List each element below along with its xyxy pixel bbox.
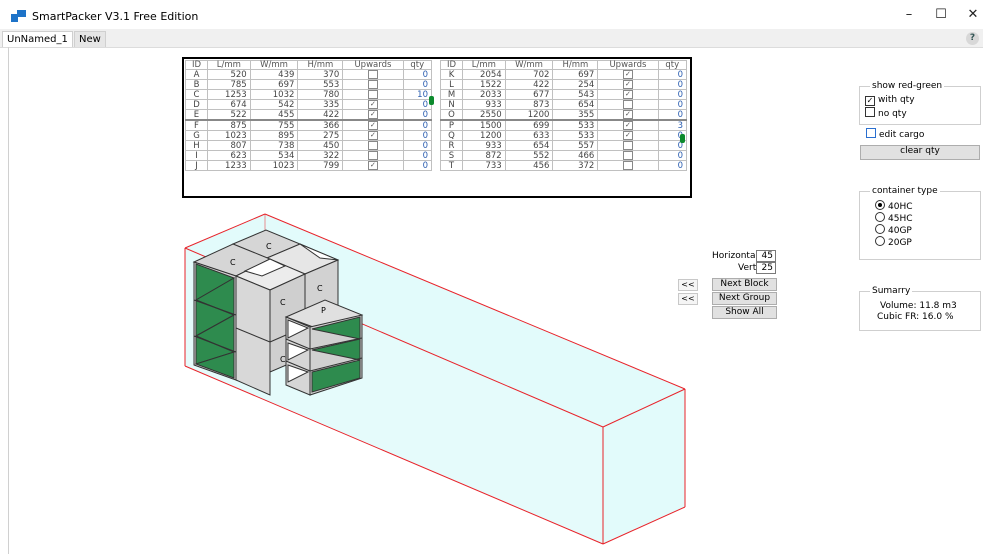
- box-label-c-4: C: [317, 284, 323, 293]
- box-label-c-1: C: [266, 242, 272, 251]
- box-label-c-2: C: [230, 258, 236, 267]
- box-label-c-3: C: [280, 298, 286, 307]
- container-3d-view[interactable]: C C C C P C: [0, 0, 983, 554]
- box-label-c-5: C: [280, 355, 286, 364]
- box-label-p: P: [321, 306, 326, 315]
